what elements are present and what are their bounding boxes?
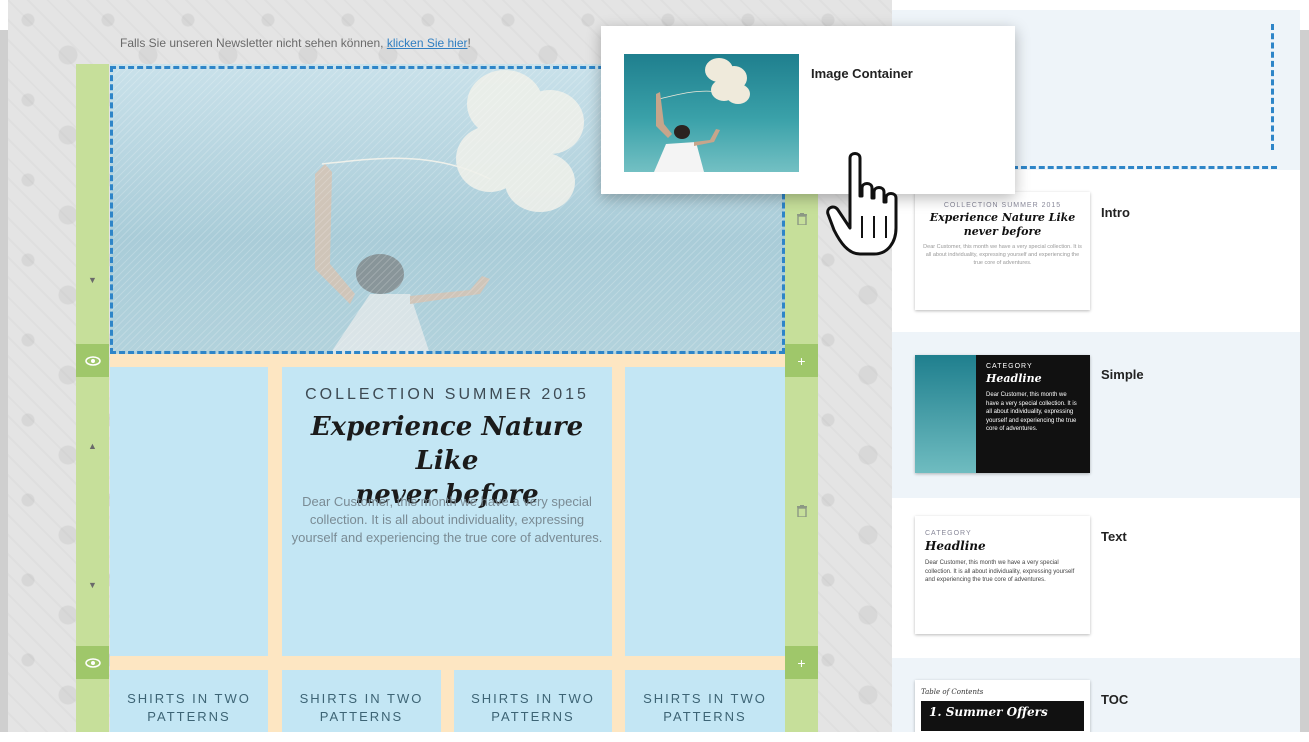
shirt-line: PATTERNS bbox=[319, 709, 404, 724]
notice-text: Falls Sie unseren Newsletter nicht sehen… bbox=[120, 36, 387, 50]
headline-line: Experience Nature Like bbox=[310, 412, 584, 476]
shirt-label: SHIRTS IN TWO PATTERNS bbox=[282, 690, 441, 726]
thumb-body: Dear Customer, this month we have a very… bbox=[986, 392, 1077, 432]
thumb-body: Dear Customer, this month we have a very… bbox=[923, 244, 1082, 266]
thumb-headline-line: Experience Nature Like bbox=[929, 211, 1076, 224]
shirt-line: PATTERNS bbox=[663, 709, 747, 724]
notice-suffix: ! bbox=[467, 36, 471, 50]
content-cell[interactable] bbox=[625, 367, 785, 656]
module-title-toc: TOC bbox=[1101, 692, 1129, 707]
plus-icon[interactable]: + bbox=[785, 646, 818, 679]
module-title-intro: Intro bbox=[1101, 205, 1130, 220]
dragged-module-image bbox=[624, 54, 799, 172]
thumb-headline: Headline bbox=[986, 372, 1042, 385]
dragged-module-title: Image Container bbox=[811, 66, 913, 81]
left-control-rail: ▼ ▲ ▼ bbox=[76, 64, 109, 734]
module-title-simple: Simple bbox=[1101, 367, 1144, 382]
hand-cursor-icon bbox=[824, 150, 904, 260]
simple-thumbnail[interactable]: CATEGORY Headline Dear Customer, this mo… bbox=[915, 355, 1090, 473]
thumb-headline: Headline bbox=[925, 539, 986, 553]
thumb-kicker: CATEGORY bbox=[986, 363, 1033, 370]
thumb-kicker: CATEGORY bbox=[925, 530, 972, 537]
trash-icon[interactable] bbox=[785, 504, 818, 520]
thumb-headline: 1. Summer Offers bbox=[921, 701, 1084, 731]
shirt-line: PATTERNS bbox=[491, 709, 575, 724]
shirt-label: SHIRTS IN TWO PATTERNS bbox=[110, 690, 268, 726]
body-text: Dear Customer, this month we have a very… bbox=[291, 494, 603, 545]
thumb-body: Dear Customer, this month we have a very… bbox=[925, 560, 1075, 583]
arrow-down-icon[interactable]: ▼ bbox=[76, 275, 109, 285]
newsletter-notice: Falls Sie unseren Newsletter nicht sehen… bbox=[120, 36, 471, 50]
arrow-up-icon[interactable]: ▲ bbox=[76, 441, 109, 451]
plus-icon[interactable]: + bbox=[785, 344, 818, 377]
thumb-kicker: Table of Contents bbox=[921, 688, 984, 696]
shirt-line: SHIRTS IN TWO bbox=[127, 691, 251, 706]
shirt-label: SHIRTS IN TWO PATTERNS bbox=[625, 690, 785, 726]
trash-icon[interactable] bbox=[785, 212, 818, 228]
thumb-headline-line: never before bbox=[963, 225, 1042, 238]
collection-kicker: COLLECTION SUMMER 2015 bbox=[305, 386, 589, 403]
thumb-image bbox=[915, 355, 976, 473]
content-cell[interactable] bbox=[110, 367, 268, 656]
dragged-illustration bbox=[654, 58, 750, 172]
drop-zone-outline bbox=[1271, 24, 1274, 150]
shirt-line: SHIRTS IN TWO bbox=[299, 691, 424, 706]
shirt-label: SHIRTS IN TWO PATTERNS bbox=[454, 690, 612, 726]
shirt-line: SHIRTS IN TWO bbox=[643, 691, 767, 706]
thumb-dark-panel: CATEGORY Headline Dear Customer, this mo… bbox=[976, 355, 1090, 473]
notice-link[interactable]: klicken Sie hier bbox=[387, 36, 468, 50]
thumb-kicker: COLLECTION SUMMER 2015 bbox=[943, 202, 1062, 209]
shirt-line: SHIRTS IN TWO bbox=[471, 691, 595, 706]
thumb-headline: Experience Nature Like never before bbox=[921, 211, 1084, 239]
screen-frame-bottom bbox=[0, 732, 1309, 742]
eye-icon[interactable] bbox=[76, 646, 109, 679]
module-title-text: Text bbox=[1101, 529, 1127, 544]
intro-thumbnail[interactable]: COLLECTION SUMMER 2015 Experience Nature… bbox=[915, 192, 1090, 310]
text-thumbnail[interactable]: CATEGORY Headline Dear Customer, this mo… bbox=[915, 516, 1090, 634]
arrow-down-icon[interactable]: ▼ bbox=[76, 580, 109, 590]
eye-icon[interactable] bbox=[76, 344, 109, 377]
drop-zone-outline bbox=[1012, 166, 1277, 169]
shirt-line: PATTERNS bbox=[147, 709, 231, 724]
toc-thumbnail[interactable]: Table of Contents 1. Summer Offers bbox=[915, 680, 1090, 734]
